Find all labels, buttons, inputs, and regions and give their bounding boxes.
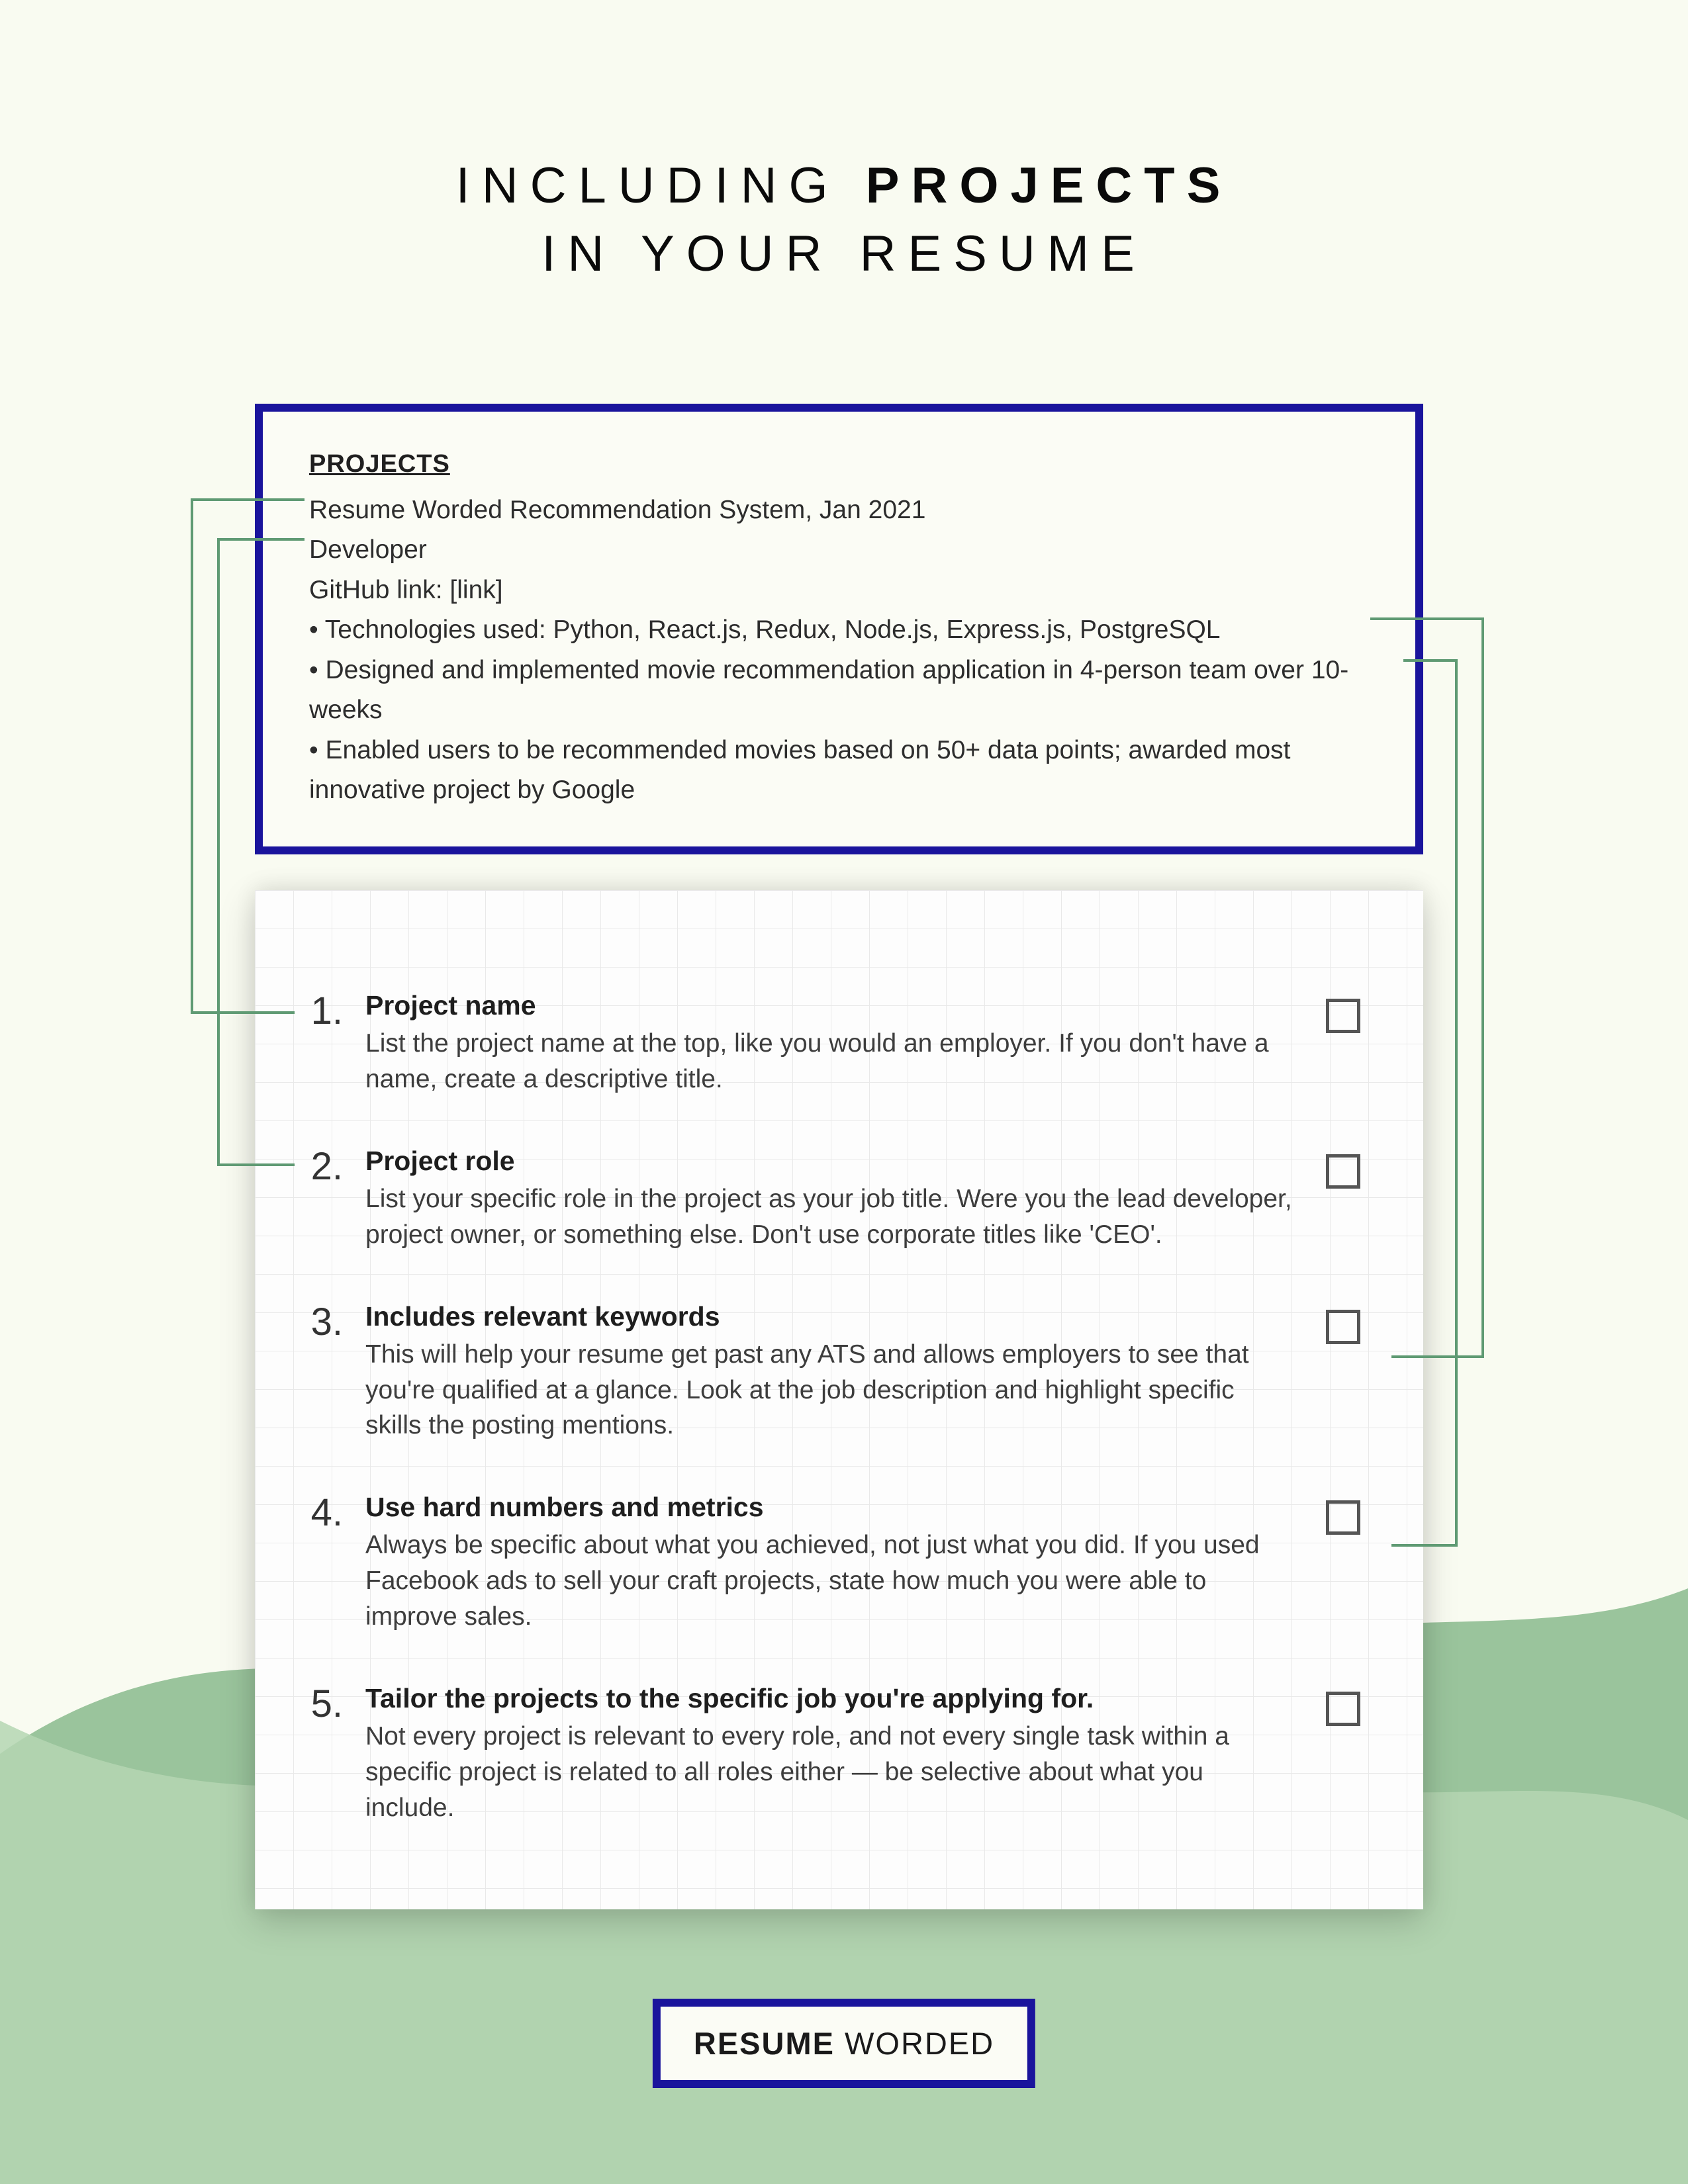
- checklist-item-1: 1. Project name List the project name at…: [298, 989, 1360, 1097]
- checklist-desc: List the project name at the top, like y…: [365, 1026, 1294, 1097]
- checkbox-icon[interactable]: [1326, 1154, 1360, 1189]
- checklist-desc: Always be specific about what you achiev…: [365, 1527, 1294, 1634]
- example-bullet: Technologies used: Python, React.js, Red…: [309, 610, 1369, 650]
- checkbox-icon[interactable]: [1326, 1310, 1360, 1344]
- title-bold: PROJECTS: [866, 158, 1233, 214]
- checkbox-icon[interactable]: [1326, 999, 1360, 1033]
- checklist-desc: This will help your resume get past any …: [365, 1337, 1294, 1443]
- example-project-name: Resume Worded Recommendation System, Jan…: [309, 490, 1369, 530]
- checkbox-icon[interactable]: [1326, 1500, 1360, 1535]
- checklist-number: 2.: [298, 1145, 357, 1186]
- checklist-title: Use hard numbers and metrics: [365, 1491, 1294, 1524]
- example-bullets: Technologies used: Python, React.js, Red…: [309, 610, 1369, 810]
- title-prefix: INCLUDING: [456, 158, 866, 214]
- page-title: INCLUDING PROJECTS IN YOUR RESUME: [0, 0, 1688, 288]
- checklist-title: Includes relevant keywords: [365, 1300, 1294, 1333]
- checklist-title: Project name: [365, 989, 1294, 1022]
- logo-rest: WORDED: [835, 2026, 994, 2061]
- checklist-title: Tailor the projects to the specific job …: [365, 1682, 1294, 1715]
- checklist-item-2: 2. Project role List your specific role …: [298, 1145, 1360, 1253]
- checklist-title: Project role: [365, 1145, 1294, 1177]
- checkbox-icon[interactable]: [1326, 1692, 1360, 1726]
- checklist-number: 5.: [298, 1682, 357, 1723]
- example-heading: PROJECTS: [309, 445, 1369, 484]
- brand-logo: RESUME WORDED: [653, 1999, 1035, 2088]
- example-bullet: Designed and implemented movie recommend…: [309, 651, 1369, 731]
- checklist-desc: List your specific role in the project a…: [365, 1181, 1294, 1253]
- example-bullet: Enabled users to be recommended movies b…: [309, 731, 1369, 811]
- logo-bold: RESUME: [694, 2026, 835, 2061]
- checklist-number: 4.: [298, 1491, 357, 1532]
- checklist-number: 3.: [298, 1300, 357, 1342]
- checklist-desc: Not every project is relevant to every r…: [365, 1719, 1294, 1825]
- checklist-item-3: 3. Includes relevant keywords This will …: [298, 1300, 1360, 1444]
- checklist-number: 1.: [298, 989, 357, 1030]
- checklist-item-5: 5. Tailor the projects to the specific j…: [298, 1682, 1360, 1826]
- title-line2: IN YOUR RESUME: [0, 220, 1688, 289]
- checklist-card: 1. Project name List the project name at…: [255, 890, 1423, 1909]
- checklist-item-4: 4. Use hard numbers and metrics Always b…: [298, 1491, 1360, 1635]
- example-github-link: GitHub link: [link]: [309, 570, 1369, 610]
- example-projects-box: PROJECTS Resume Worded Recommendation Sy…: [255, 404, 1423, 854]
- example-project-role: Developer: [309, 530, 1369, 570]
